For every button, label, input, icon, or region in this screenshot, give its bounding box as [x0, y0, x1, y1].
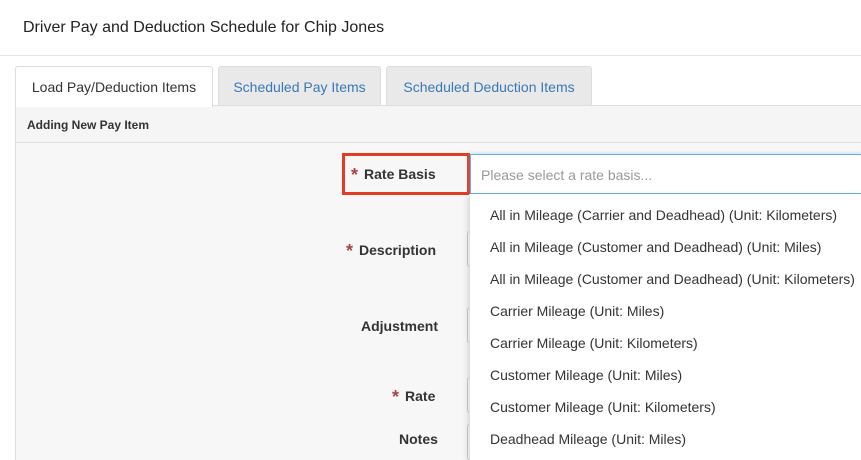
rate-basis-select[interactable]: Please select a rate basis...: [470, 154, 861, 194]
panel-heading-title: Adding New Pay Item: [27, 118, 150, 132]
description-label-text: Description: [359, 242, 437, 258]
modal-title: Driver Pay and Deduction Schedule for Ch…: [23, 19, 385, 36]
dropdown-option[interactable]: All in Mileage (Customer and Deadhead) (…: [470, 263, 861, 295]
tab-scheduled-deduction-items[interactable]: Scheduled Deduction Items: [386, 66, 592, 106]
dropdown-option[interactable]: Carrier Mileage (Unit: Miles): [470, 295, 861, 327]
dropdown-option[interactable]: Customer Mileage (Unit: Miles): [470, 359, 861, 391]
rate-basis-label: * Rate Basis: [351, 163, 436, 185]
tab-scheduled-pay-items[interactable]: Scheduled Pay Items: [218, 66, 381, 106]
required-marker: *: [351, 165, 359, 185]
rate-basis-dropdown[interactable]: All in Mileage (Carrier and Deadhead) (U…: [469, 194, 861, 460]
description-label: * Description: [346, 239, 437, 261]
tab-load-pay-deduction-items[interactable]: Load Pay/Deduction Items: [15, 66, 213, 107]
dropdown-option[interactable]: Carrier Mileage (Unit: Kilometers): [470, 327, 861, 359]
notes-label: Notes: [399, 431, 438, 447]
rate-basis-placeholder: Please select a rate basis...: [481, 167, 653, 183]
dropdown-option[interactable]: All in Mileage (Carrier and Deadhead) (U…: [470, 199, 861, 231]
dropdown-option[interactable]: Deadhead Mileage (Unit: Miles): [470, 423, 861, 455]
dropdown-option[interactable]: Customer Mileage (Unit: Kilometers): [470, 391, 861, 423]
required-marker: *: [346, 241, 354, 261]
rate-label: * Rate: [392, 385, 436, 407]
dropdown-option[interactable]: All in Mileage (Customer and Deadhead) (…: [470, 231, 861, 263]
tab-bar: Load Pay/Deduction Items Scheduled Pay I…: [15, 66, 861, 107]
rate-basis-label-text: Rate Basis: [364, 166, 436, 182]
adjustment-label: Adjustment: [361, 318, 438, 334]
required-marker: *: [392, 387, 400, 407]
modal-header: Driver Pay and Deduction Schedule for Ch…: [0, 0, 861, 56]
rate-label-text: Rate: [405, 388, 436, 404]
panel-heading: Adding New Pay Item: [16, 106, 861, 143]
